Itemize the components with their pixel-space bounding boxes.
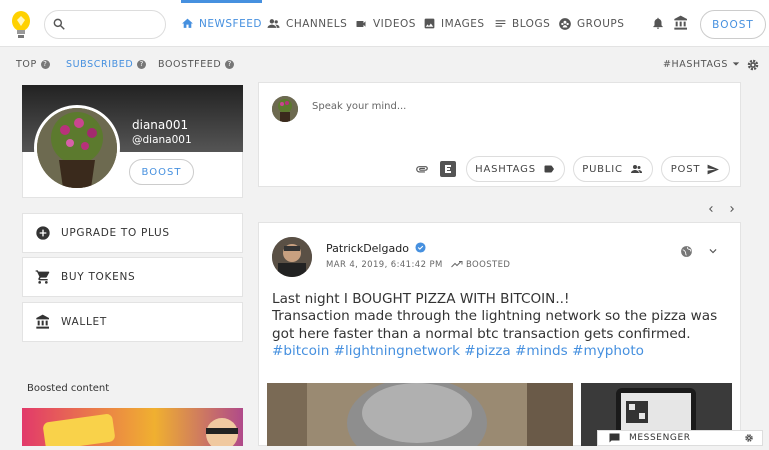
label-tag-icon (544, 165, 554, 173)
nav-groups[interactable]: GROUPS (558, 0, 624, 47)
notifications-bell-icon[interactable] (651, 15, 665, 35)
verified-badge-icon (415, 242, 426, 253)
tab-top[interactable]: TOP ? (16, 56, 50, 72)
tab-boostfeed[interactable]: BOOSTFEED ? (158, 56, 235, 72)
search-input[interactable] (44, 10, 166, 39)
top-navbar: NEWSFEED CHANNELS VIDEOS IMAGES BLOGS GR… (0, 0, 769, 47)
profile-username[interactable]: @diana001 (132, 134, 192, 146)
boosted-content-image[interactable] (22, 408, 243, 450)
people-icon (630, 165, 642, 173)
tab-subscribed-label: SUBSCRIBED (66, 58, 134, 70)
post-menu-chevron-down-icon[interactable] (706, 243, 720, 262)
hashtags-dropdown[interactable]: #HASHTAGS (663, 56, 740, 72)
groups-icon (559, 17, 571, 30)
tab-top-label: TOP (16, 58, 37, 70)
settings-gear-icon[interactable] (744, 433, 754, 443)
wallet-bank-icon[interactable] (673, 15, 689, 35)
post-boosted-label: BOOSTED (465, 260, 511, 270)
nav-blogs[interactable]: BLOGS (494, 0, 550, 47)
shopping-cart-icon (35, 270, 50, 284)
nav-channels[interactable]: CHANNELS (266, 0, 347, 47)
nav-images[interactable]: IMAGES (423, 0, 485, 47)
post-text-line2: Transaction made through the lightning n… (272, 308, 718, 342)
messenger-label: MESSENGER (629, 433, 691, 443)
bank-icon (36, 314, 49, 329)
profile-boost-button[interactable]: BOOST (129, 159, 194, 185)
chat-icon (609, 433, 620, 443)
tokens-label: BUY TOKENS (61, 271, 136, 283)
post-hashtags[interactable]: #bitcoin #lightningnetwork #pizza #minds… (272, 343, 732, 360)
boost-button[interactable]: BOOST (700, 10, 766, 39)
hashtags-label: HASHTAGS (475, 163, 536, 175)
composer-input[interactable]: Speak your mind... (312, 101, 406, 112)
public-label: PUBLIC (582, 163, 623, 175)
post-author-avatar[interactable] (272, 237, 312, 277)
search-icon (53, 18, 65, 30)
upgrade-label: UPGRADE TO PLUS (61, 227, 170, 239)
wallet-button[interactable]: WALLET (22, 302, 243, 342)
add-circle-icon (36, 226, 50, 240)
post-author-name-text: PatrickDelgado (326, 242, 409, 255)
hashtags-button[interactable]: HASHTAGS (466, 156, 565, 182)
nav-label: BLOGS (512, 17, 551, 30)
previous-chevron-icon[interactable] (705, 200, 717, 219)
send-icon (707, 164, 720, 174)
post-author-name[interactable]: PatrickDelgado (326, 242, 426, 255)
next-chevron-icon[interactable] (726, 200, 738, 219)
wallet-label: WALLET (61, 316, 107, 328)
composer-avatar (272, 96, 298, 122)
post-image-1[interactable] (267, 383, 573, 446)
post-body: Last night I BOUGHT PIZZA WITH BITCOIN..… (272, 291, 732, 360)
messenger-bar[interactable]: MESSENGER (597, 430, 763, 446)
nav-videos[interactable]: VIDEOS (354, 0, 416, 47)
post-meta: MAR 4, 2019, 6:41:42 PM BOOSTED (326, 259, 510, 270)
home-icon (182, 18, 193, 28)
upgrade-to-plus-button[interactable]: UPGRADE TO PLUS (22, 213, 243, 253)
profile-avatar[interactable] (34, 105, 120, 191)
nav-label: CHANNELS (286, 17, 348, 30)
help-icon: ? (137, 59, 147, 69)
post-label: POST (670, 163, 701, 175)
nav-newsfeed[interactable]: NEWSFEED (181, 0, 262, 47)
post-submit-button[interactable]: POST (661, 156, 730, 182)
tab-boostfeed-label: BOOSTFEED (158, 58, 222, 70)
image-icon (424, 18, 435, 29)
settings-gear-icon[interactable] (746, 57, 760, 76)
tab-subscribed[interactable]: SUBSCRIBED ? (66, 56, 147, 72)
attachment-icon[interactable] (413, 161, 431, 180)
notes-icon (495, 20, 506, 27)
public-globe-icon (680, 243, 693, 262)
chevron-down-icon (732, 62, 740, 66)
blog-editor-icon[interactable] (440, 161, 456, 181)
profile-name[interactable]: diana001 (132, 118, 188, 132)
post-date[interactable]: MAR 4, 2019, 6:41:42 PM (326, 260, 443, 270)
video-icon (356, 20, 366, 27)
nav-label: VIDEOS (373, 17, 416, 30)
help-icon: ? (40, 59, 50, 69)
post-text-line1: Last night I BOUGHT PIZZA WITH BITCOIN..… (272, 291, 570, 307)
people-icon (267, 19, 280, 28)
trending-up-icon (450, 261, 463, 268)
boosted-content-title: Boosted content (27, 383, 110, 394)
hashtags-dropdown-label: #HASHTAGS (663, 58, 728, 70)
nav-label: IMAGES (441, 17, 485, 30)
nav-label: NEWSFEED (199, 17, 262, 30)
buy-tokens-button[interactable]: BUY TOKENS (22, 257, 243, 297)
nav-label: GROUPS (577, 17, 625, 30)
help-icon: ? (225, 59, 235, 69)
visibility-public-button[interactable]: PUBLIC (573, 156, 653, 182)
minds-logo-icon[interactable] (10, 10, 32, 40)
